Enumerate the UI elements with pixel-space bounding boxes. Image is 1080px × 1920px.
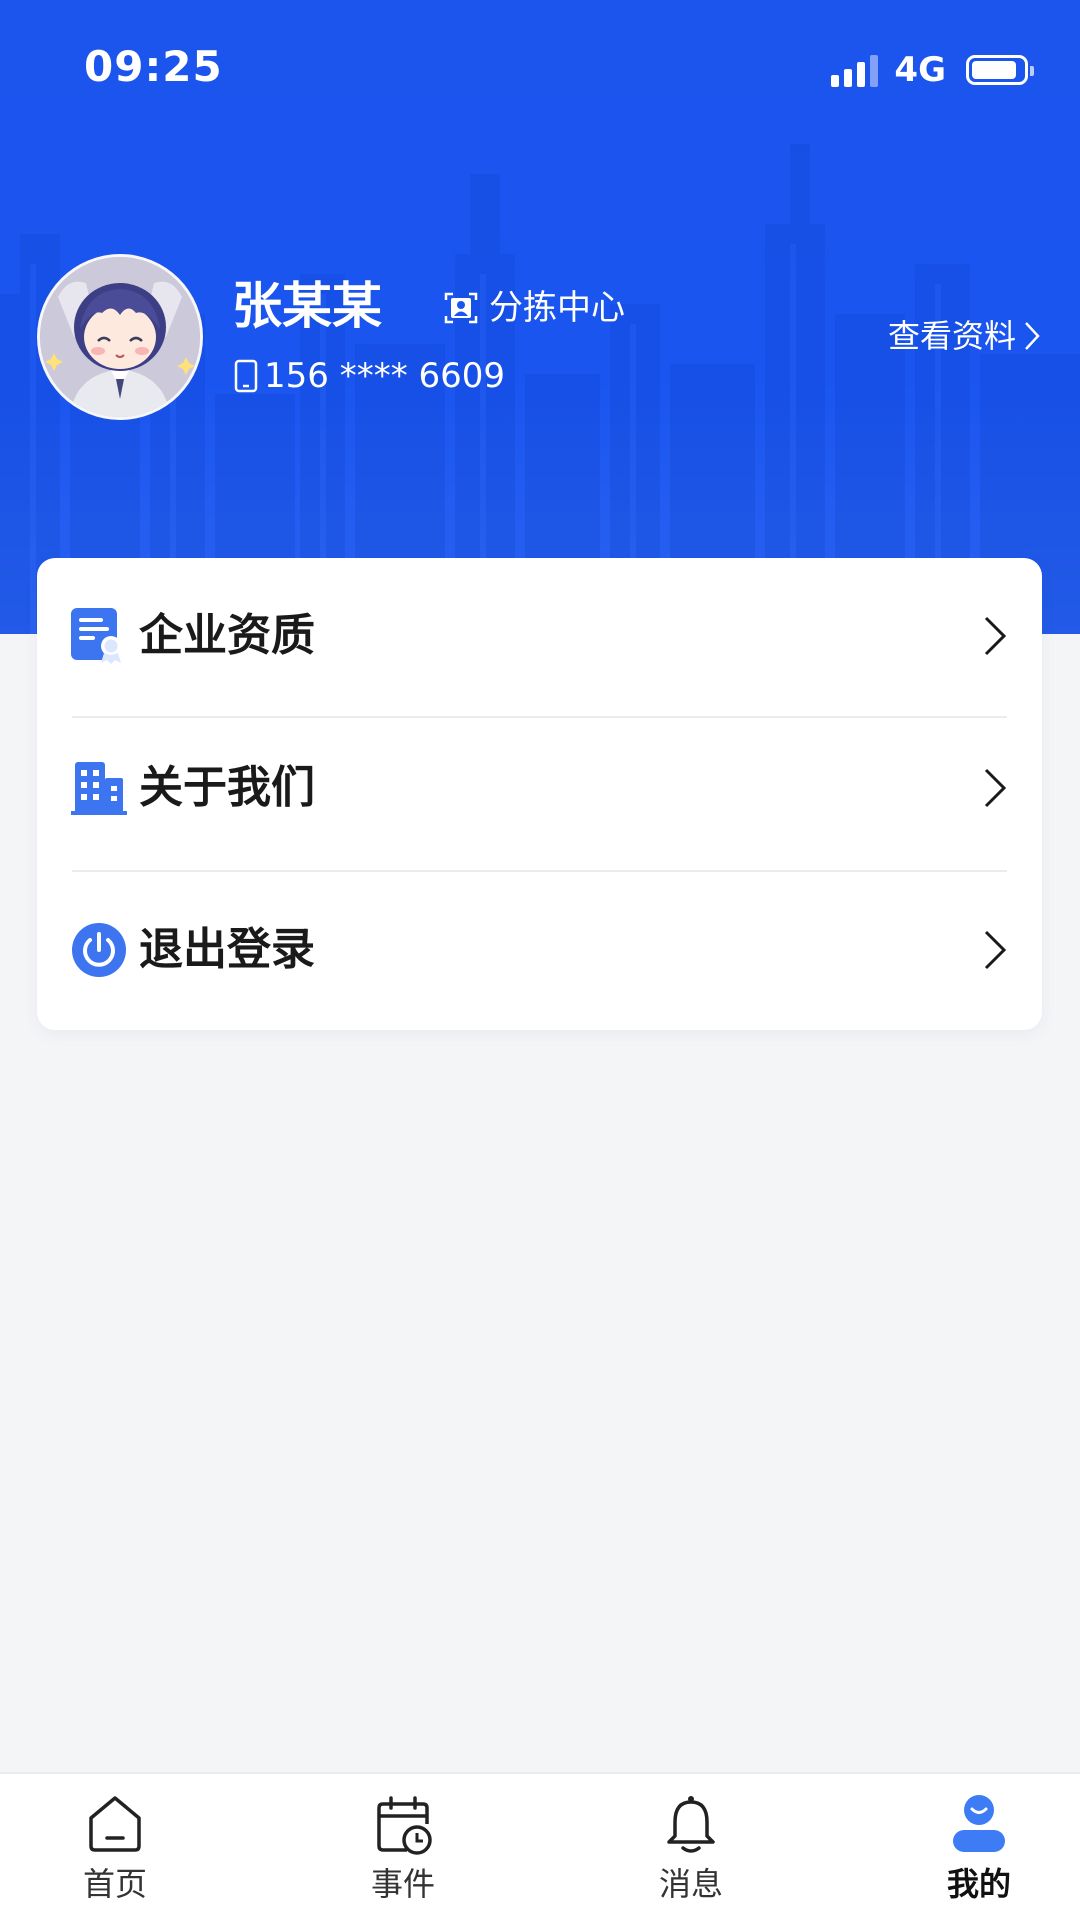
- tab-home[interactable]: 首页: [15, 1774, 215, 1920]
- menu-item-label: 关于我们: [139, 762, 315, 813]
- phone-icon: [234, 359, 258, 393]
- building-icon: [71, 762, 127, 815]
- chevron-right-icon: [984, 768, 1007, 808]
- tab-mine[interactable]: 我的: [879, 1774, 1079, 1920]
- id-badge-icon: [444, 292, 478, 324]
- certificate-icon: [71, 608, 121, 664]
- status-indicators: 4G: [831, 50, 1034, 90]
- bell-icon: [667, 1796, 715, 1853]
- view-profile-link[interactable]: 查看资料: [888, 314, 1042, 358]
- chevron-right-icon: [1025, 322, 1040, 350]
- battery-icon: [966, 55, 1034, 85]
- view-profile-label: 查看资料: [887, 317, 1016, 355]
- avatar-illustration: [40, 257, 200, 417]
- tab-messages[interactable]: 消息: [591, 1774, 791, 1920]
- tab-label: 首页: [82, 1865, 147, 1903]
- tab-label: 消息: [658, 1865, 723, 1903]
- avatar[interactable]: [37, 254, 203, 420]
- bottom-tab-bar: 首页 事件 消息 我的: [0, 1772, 1080, 1920]
- tab-label: 我的: [946, 1865, 1011, 1903]
- menu-item-about-us[interactable]: 关于我们: [37, 748, 1042, 828]
- menu-item-label: 退出登录: [139, 924, 315, 975]
- network-type-label: 4G: [894, 50, 946, 90]
- user-name: 张某某: [232, 277, 382, 335]
- profile-screen: 09:25 4G 张某某 分拣中心 156 **** 6609 查看资料 企业资…: [0, 0, 1080, 1920]
- calendar-clock-icon: [377, 1796, 432, 1855]
- role-tag: 分拣中心: [443, 286, 625, 330]
- home-icon: [89, 1796, 141, 1852]
- user-icon: [953, 1795, 1005, 1852]
- tab-events[interactable]: 事件: [303, 1774, 503, 1920]
- menu-divider: [72, 716, 1007, 718]
- role-label: 分拣中心: [489, 288, 625, 328]
- menu-item-label: 企业资质: [139, 610, 315, 661]
- status-time: 09:25: [84, 42, 223, 91]
- menu-divider: [72, 870, 1007, 872]
- phone-row: 156 **** 6609: [234, 354, 505, 398]
- phone-number: 156 **** 6609: [264, 356, 506, 396]
- signal-strength-icon: [831, 53, 879, 87]
- menu-card: 企业资质 关于我们 退出登录: [37, 558, 1042, 1030]
- chevron-right-icon: [984, 616, 1007, 656]
- menu-item-logout[interactable]: 退出登录: [37, 910, 1042, 990]
- chevron-right-icon: [984, 930, 1007, 970]
- power-icon: [72, 923, 126, 977]
- menu-item-enterprise-qualification[interactable]: 企业资质: [37, 596, 1042, 676]
- tab-label: 事件: [370, 1865, 435, 1903]
